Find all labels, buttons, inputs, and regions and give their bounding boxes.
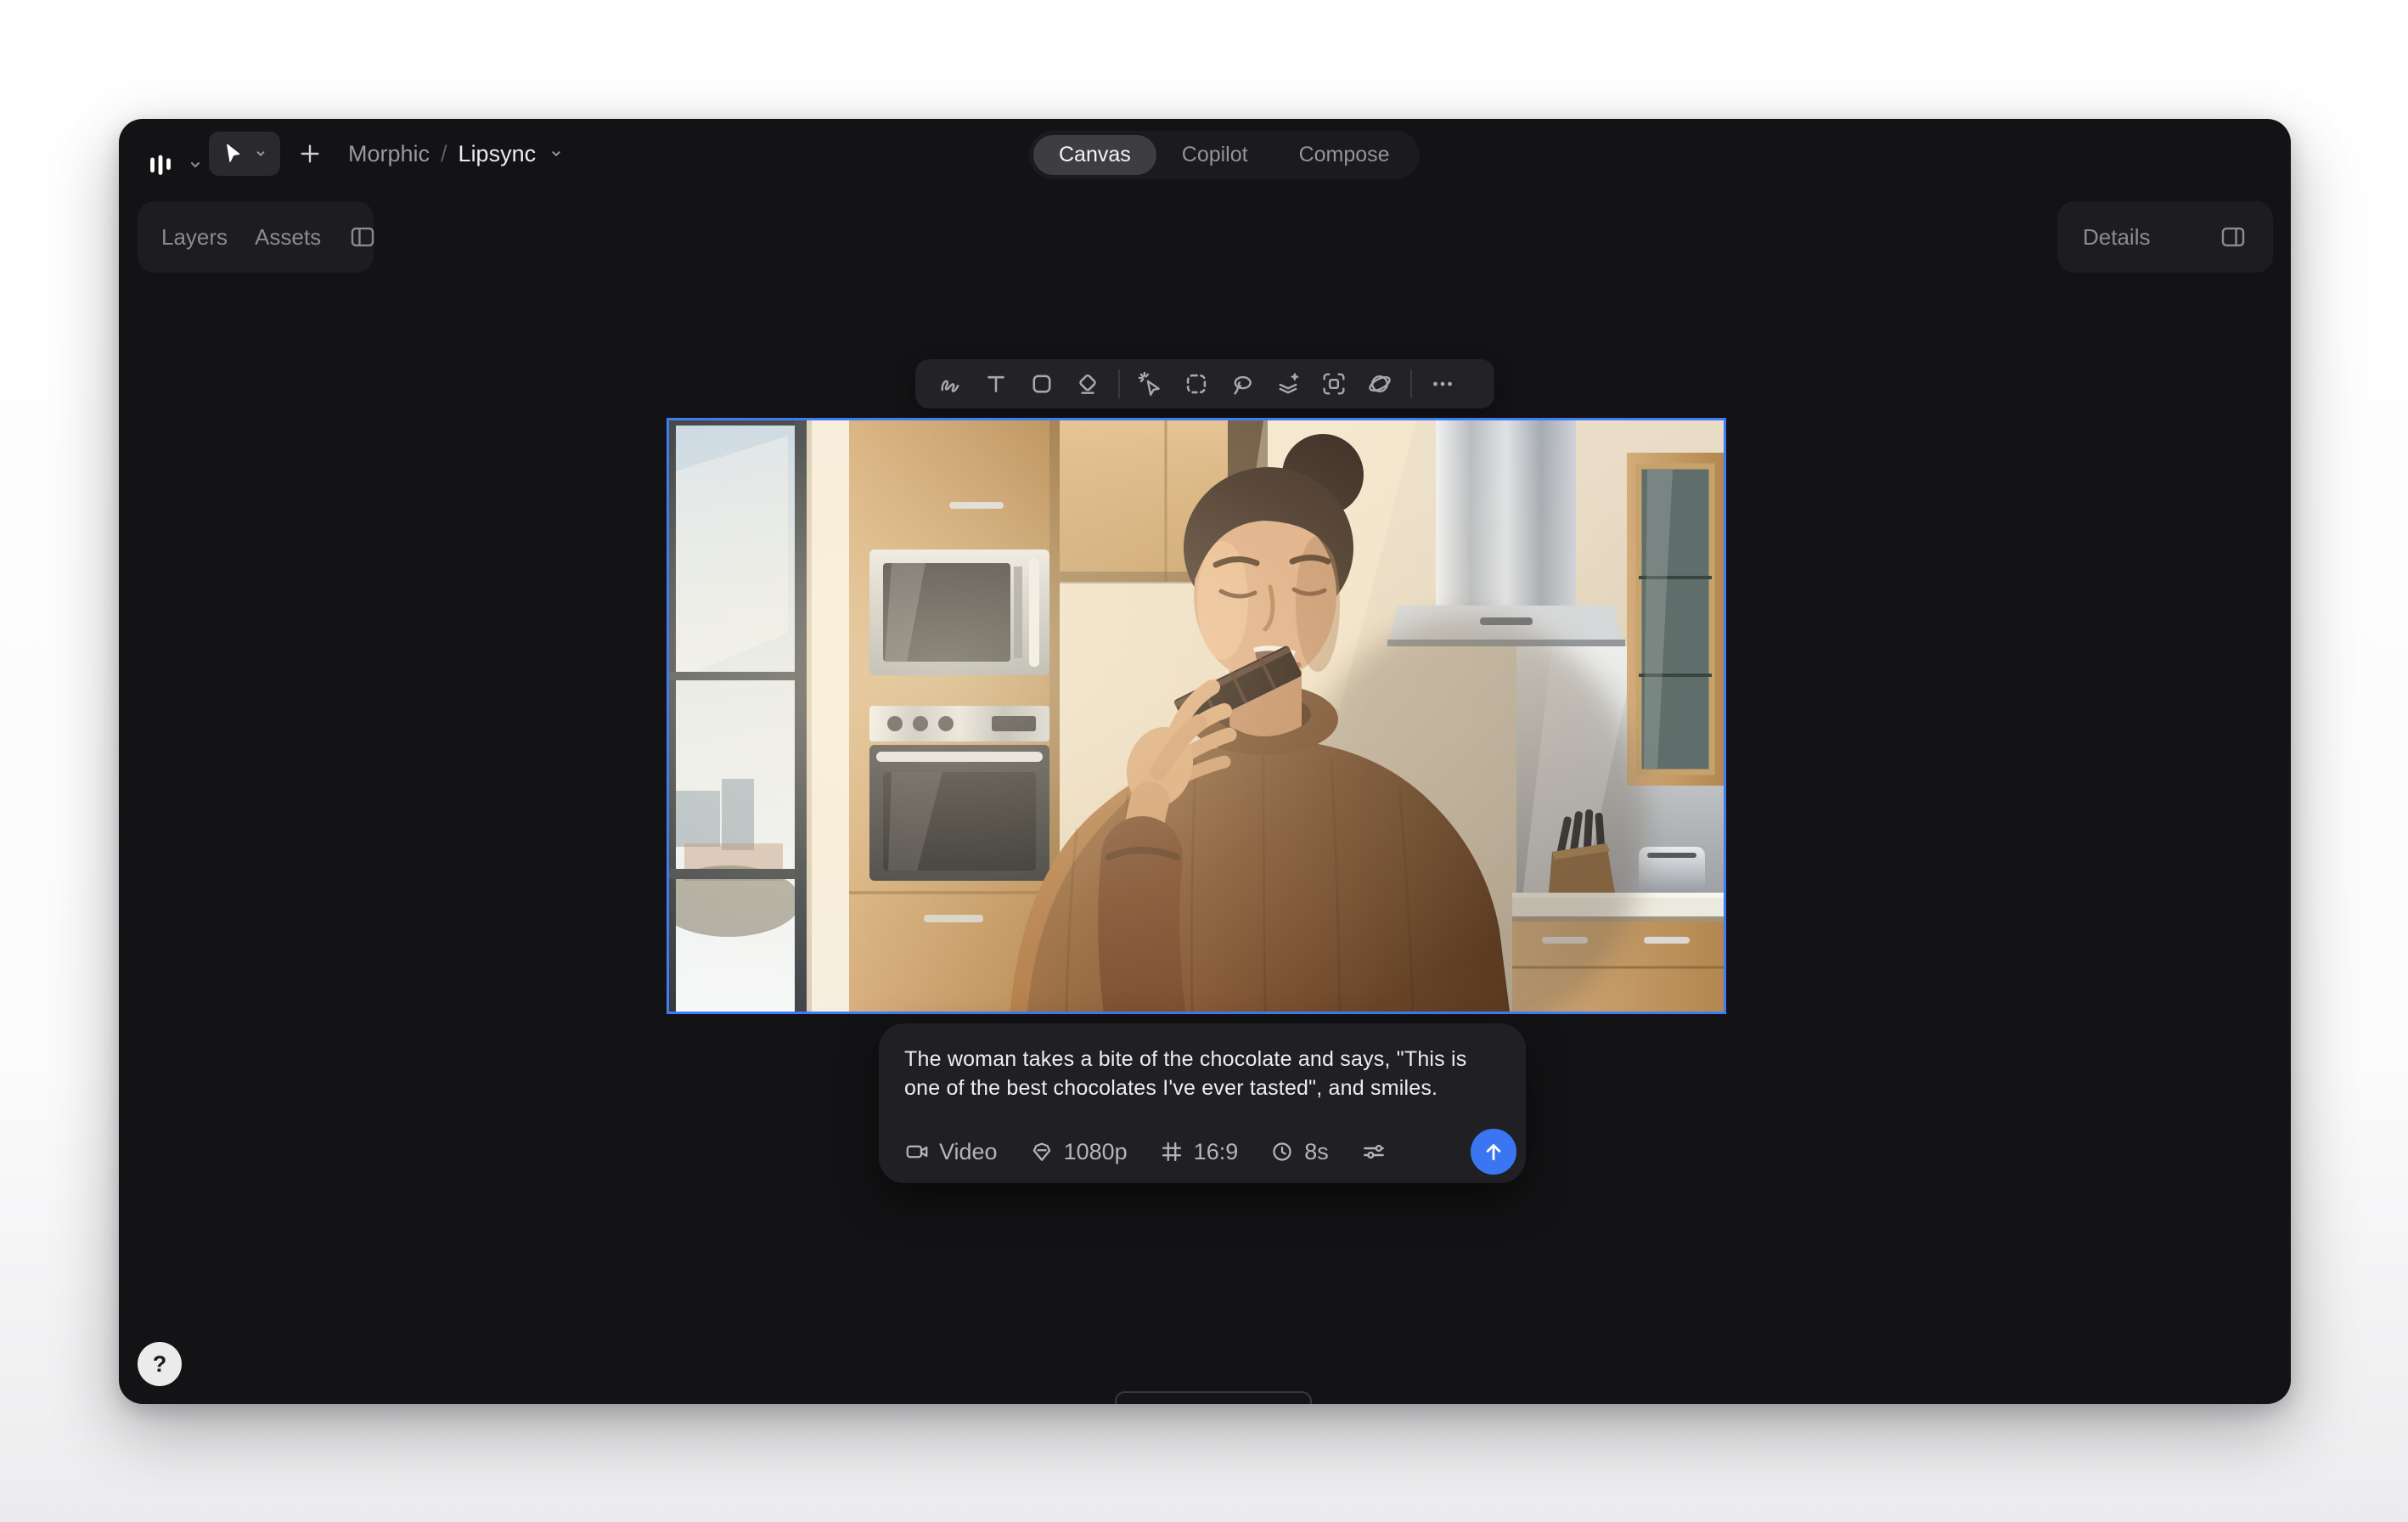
prompt-settings-row: Video 1080p 16:9 8s <box>904 1138 1387 1165</box>
details-panel: Details <box>2057 201 2273 273</box>
panel-tab-assets[interactable]: Assets <box>255 224 321 251</box>
breadcrumb: Morphic / Lipsync <box>348 132 565 176</box>
mode-tabs: Canvas Copilot Compose <box>1029 131 1420 179</box>
breadcrumb-project[interactable]: Morphic <box>348 141 430 167</box>
more-tools-icon[interactable] <box>1420 359 1466 409</box>
duration-clock-icon <box>1269 1139 1295 1164</box>
draw-tool-icon[interactable] <box>927 359 973 409</box>
text-tool-icon[interactable] <box>973 359 1019 409</box>
aspect-ratio-icon <box>1159 1139 1184 1164</box>
layers-assets-panel: Layers Assets <box>138 201 374 273</box>
shape-tool-icon[interactable] <box>1019 359 1065 409</box>
app-window: Morphic / Lipsync Canvas Copilot Compose… <box>119 119 2291 1404</box>
chip-resolution[interactable]: 1080p <box>1029 1139 1128 1165</box>
canvas-image-woman-eating-chocolate[interactable] <box>667 418 1726 1014</box>
tab-canvas[interactable]: Canvas <box>1033 135 1156 175</box>
video-camera-icon <box>904 1139 930 1164</box>
toolbar-divider <box>1118 369 1120 398</box>
help-button[interactable]: ? <box>138 1342 182 1386</box>
panel-left-icon <box>348 223 377 251</box>
panel-label-details[interactable]: Details <box>2083 224 2150 251</box>
chevron-down-icon[interactable] <box>547 144 565 163</box>
horizontal-scrollbar[interactable] <box>1115 1391 1312 1404</box>
desktop-background: { "topbar": { "breadcrumb": { "project":… <box>0 0 2408 1522</box>
frame-capture-tool-icon[interactable] <box>1311 359 1357 409</box>
cursor-icon <box>220 141 245 166</box>
lasso-tool-icon[interactable] <box>1219 359 1265 409</box>
tab-compose[interactable]: Compose <box>1274 135 1415 175</box>
canvas-toolbar <box>915 359 1494 409</box>
arrow-up-icon <box>1481 1139 1506 1164</box>
chip-label: 16:9 <box>1194 1139 1239 1165</box>
chip-label: Video <box>939 1139 998 1165</box>
orbit-3d-tool-icon[interactable] <box>1357 359 1403 409</box>
magic-cursor-tool-icon[interactable] <box>1128 359 1173 409</box>
morphic-logo-icon <box>146 150 175 179</box>
tab-copilot[interactable]: Copilot <box>1156 135 1274 175</box>
generate-submit-button[interactable] <box>1471 1129 1516 1175</box>
chip-label: 8s <box>1304 1139 1329 1165</box>
toolbar-divider <box>1410 369 1412 398</box>
panel-tab-layers[interactable]: Layers <box>161 224 228 251</box>
collapse-left-panel-button[interactable] <box>348 223 377 251</box>
panel-right-icon <box>2219 223 2248 251</box>
chip-label: 1080p <box>1064 1139 1128 1165</box>
plus-icon <box>296 140 324 167</box>
chevron-down-icon <box>185 155 205 175</box>
expand-right-panel-button[interactable] <box>2219 223 2248 251</box>
prompt-text[interactable]: The woman takes a bite of the chocolate … <box>904 1045 1499 1102</box>
chip-duration[interactable]: 8s <box>1269 1139 1329 1165</box>
prompt-composer: The woman takes a bite of the chocolate … <box>879 1023 1526 1183</box>
chip-aspect-ratio[interactable]: 16:9 <box>1159 1139 1239 1165</box>
chevron-down-icon <box>252 145 269 162</box>
eraser-tool-icon[interactable] <box>1065 359 1111 409</box>
add-button[interactable] <box>287 132 333 176</box>
select-tool-button[interactable] <box>209 132 280 176</box>
kitchen-photo <box>669 420 1724 1012</box>
app-logo-menu[interactable] <box>146 143 205 187</box>
breadcrumb-page[interactable]: Lipsync <box>459 141 537 167</box>
breadcrumb-separator: / <box>441 141 447 167</box>
chip-output-type[interactable]: Video <box>904 1139 998 1165</box>
marquee-select-tool-icon[interactable] <box>1173 359 1219 409</box>
layers-enhance-tool-icon[interactable] <box>1265 359 1311 409</box>
quality-gem-icon <box>1029 1139 1055 1164</box>
sliders-icon <box>1360 1138 1387 1165</box>
advanced-settings-button[interactable] <box>1360 1138 1387 1165</box>
